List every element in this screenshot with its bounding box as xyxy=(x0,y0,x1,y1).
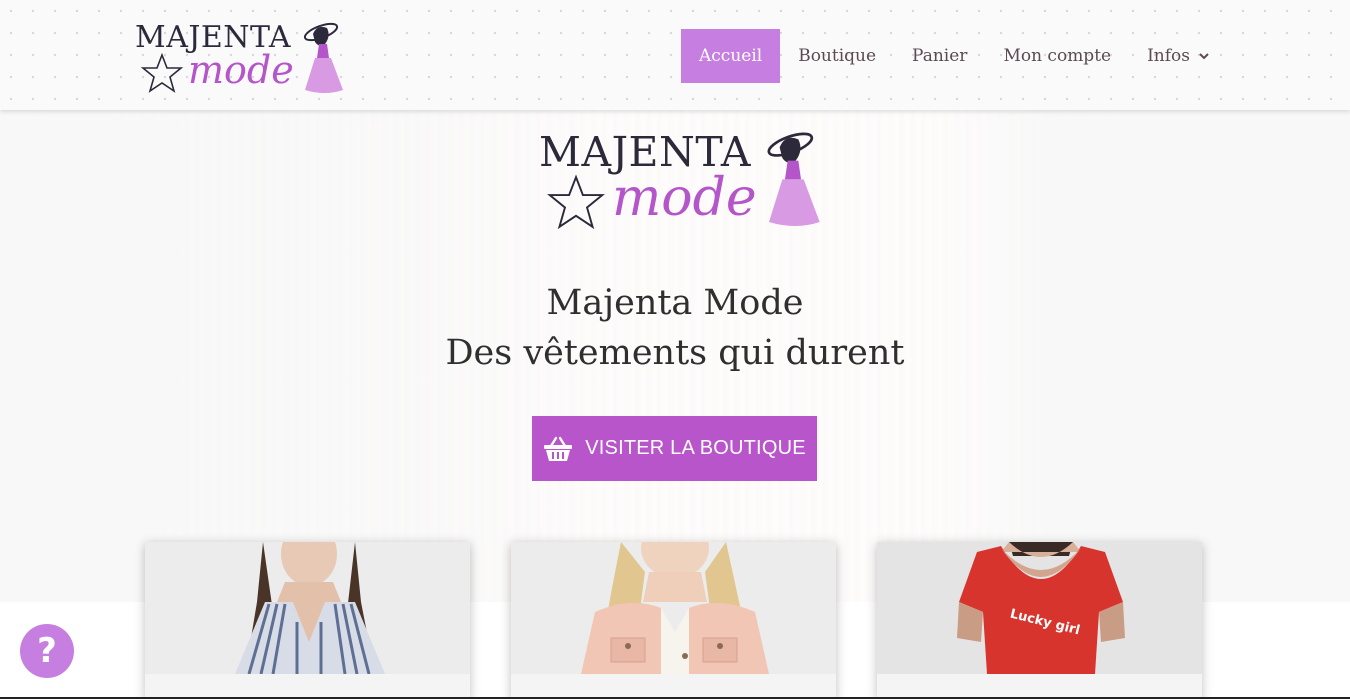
site-header: Majenta mode Accueil Boutique Panier Mon… xyxy=(0,0,1350,110)
nav-item-mon-compte[interactable]: Mon compte xyxy=(985,29,1129,83)
star-icon xyxy=(547,174,605,230)
header-logo[interactable]: Majenta mode xyxy=(133,18,345,96)
hero-logo-script: mode xyxy=(612,168,757,228)
star-icon xyxy=(140,52,184,93)
logo-script: mode xyxy=(188,48,294,92)
nav-item-panier[interactable]: Panier xyxy=(894,29,985,83)
fashion-girl-icon xyxy=(767,132,820,226)
nav-item-boutique[interactable]: Boutique xyxy=(780,29,894,83)
product-card-striped-shirt[interactable] xyxy=(145,542,470,699)
product-card-red-bodysuit[interactable]: Lucky girl xyxy=(877,542,1202,699)
visit-shop-label: VISITER LA BOUTIQUE xyxy=(585,437,806,459)
nav-item-accueil[interactable]: Accueil xyxy=(681,29,781,83)
main-nav: Accueil Boutique Panier Mon compte Infos xyxy=(681,29,1228,83)
help-button[interactable]: ? xyxy=(20,624,74,678)
product-card-pink-jacket[interactable] xyxy=(511,542,836,699)
basket-icon xyxy=(544,436,573,461)
visit-shop-button[interactable]: VISITER LA BOUTIQUE xyxy=(532,416,817,481)
nav-item-infos[interactable]: Infos xyxy=(1129,29,1228,83)
nav-item-infos-label: Infos xyxy=(1147,46,1191,66)
hero-title-line1: Majenta Mode xyxy=(546,283,804,323)
product-image-striped-shirt xyxy=(145,542,470,674)
chevron-down-icon xyxy=(1199,53,1209,60)
hero-logo: Majenta mode xyxy=(537,126,827,232)
hero-banner: Majenta mode Majenta Mode Des vêtements … xyxy=(0,110,1350,602)
fashion-girl-icon xyxy=(303,22,343,93)
product-card-caption xyxy=(145,674,470,699)
product-card-caption xyxy=(877,674,1202,699)
product-image-red-bodysuit: Lucky girl xyxy=(877,542,1202,674)
product-image-pink-jacket xyxy=(511,542,836,674)
product-card-caption xyxy=(511,674,836,699)
hero-title-line2: Des vêtements qui durent xyxy=(445,333,905,373)
